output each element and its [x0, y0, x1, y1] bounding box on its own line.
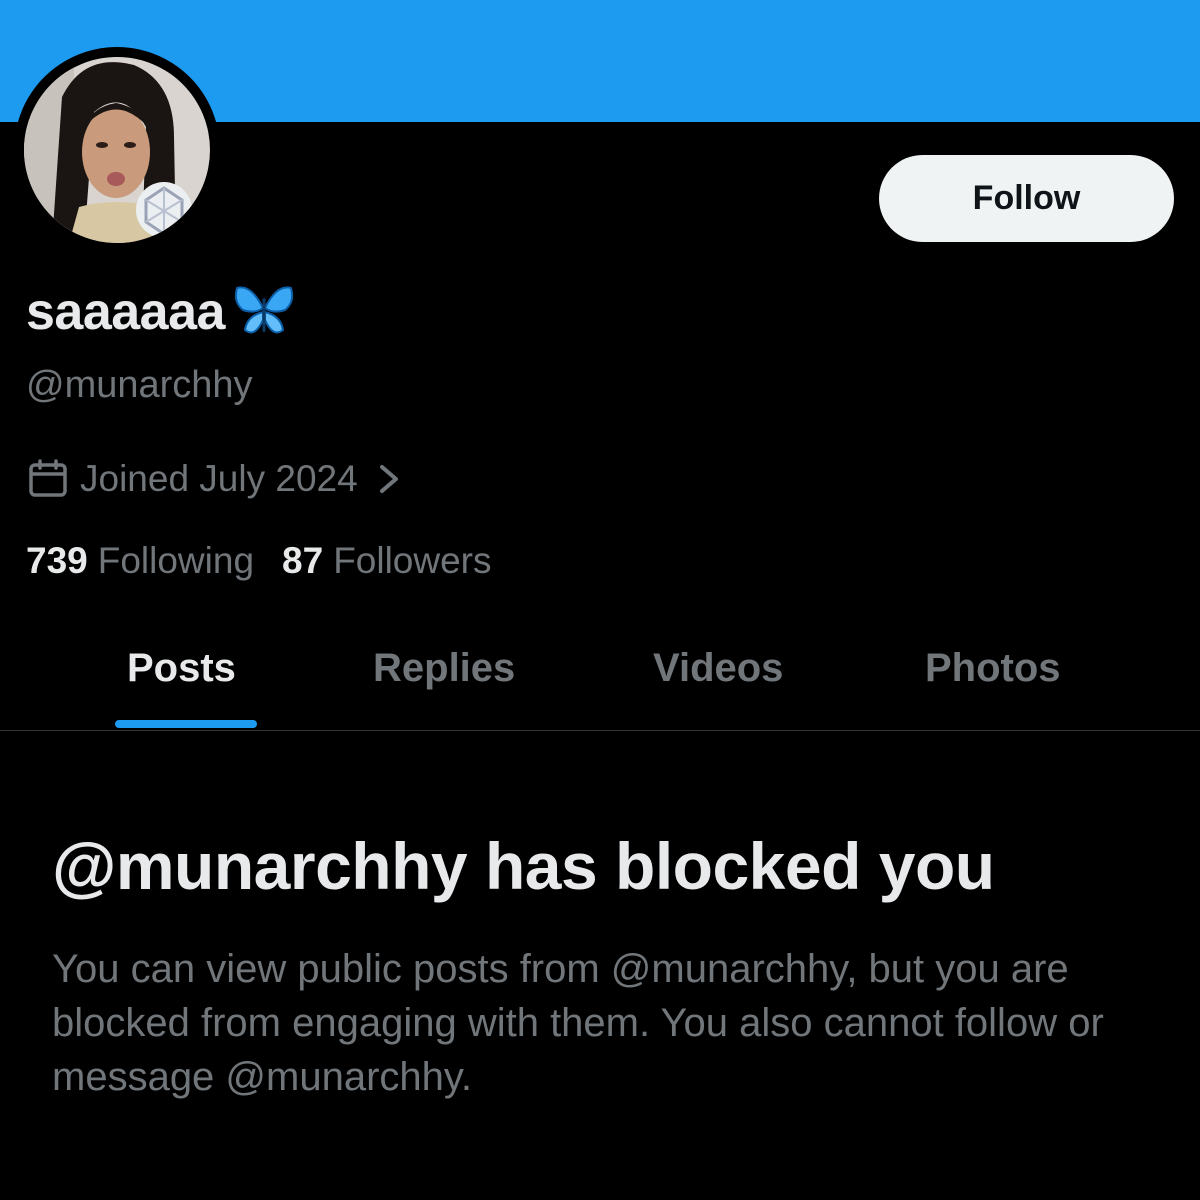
followers-label: Followers [333, 540, 492, 581]
follow-button[interactable]: Follow [879, 155, 1174, 242]
display-name: saaaaaa [26, 282, 295, 342]
tab-replies[interactable]: Replies [373, 646, 515, 691]
joined-date-row[interactable]: Joined July 2024 [26, 457, 404, 501]
butterfly-emoji [233, 282, 295, 342]
blocked-message: You can view public posts from @munarchh… [52, 947, 1104, 1099]
joined-date-text: Joined July 2024 [80, 458, 358, 499]
tab-videos[interactable]: Videos [653, 646, 783, 691]
profile-avatar[interactable] [14, 47, 220, 253]
following-link[interactable]: 739 Following [26, 540, 254, 582]
followers-link[interactable]: 87 Followers [282, 540, 491, 582]
blocked-title: @munarchhy has blocked you [52, 829, 995, 903]
profile-tabs: Posts Replies Videos Photos [0, 620, 1200, 731]
followers-count: 87 [282, 540, 324, 581]
profile-handle: @munarchhy [26, 364, 253, 406]
chevron-right-icon [374, 459, 404, 499]
calendar-icon [26, 457, 70, 501]
following-count: 739 [26, 540, 88, 581]
display-name-text: saaaaaa [26, 283, 225, 341]
tab-posts[interactable]: Posts [127, 646, 236, 691]
tab-photos[interactable]: Photos [925, 646, 1061, 691]
follow-stats: 739 Following 87 Followers [26, 540, 520, 582]
following-label: Following [97, 540, 255, 581]
active-tab-indicator [115, 720, 257, 728]
